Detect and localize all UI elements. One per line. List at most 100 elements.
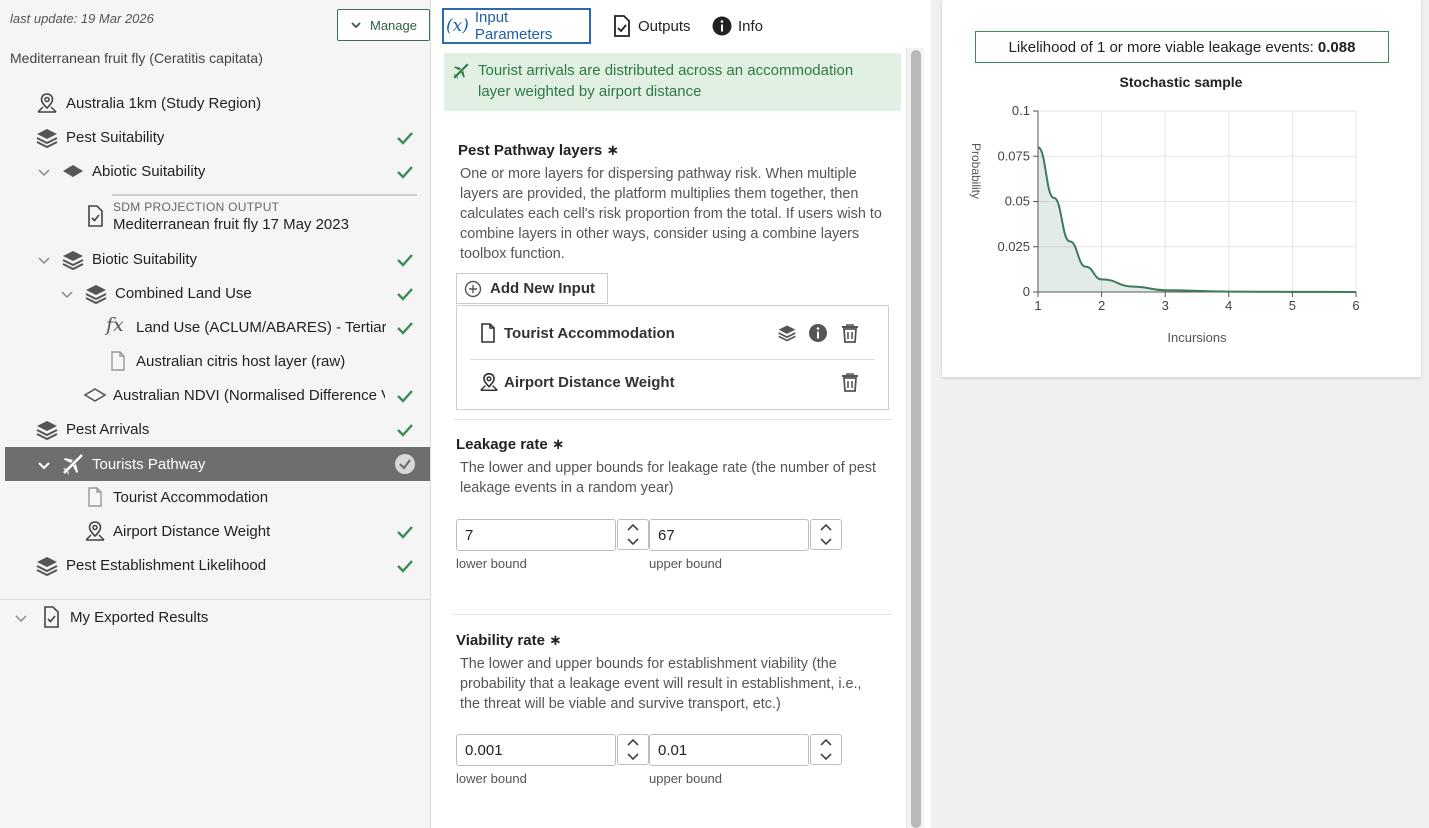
tree-item-combined-land-use[interactable]: Combined Land Use: [5, 276, 430, 310]
tree-item-pest-suitability[interactable]: Pest Suitability: [5, 120, 430, 154]
viability-upper-input[interactable]: 0.01: [649, 734, 809, 766]
chevron-down-icon[interactable]: [60, 287, 74, 301]
tree-item-establishment-likelihood[interactable]: Pest Establishment Likelihood: [5, 548, 430, 582]
input-value: 67: [658, 526, 675, 544]
layers-icon: [61, 248, 85, 272]
input-value: 7: [465, 526, 474, 544]
document-check-icon: [83, 204, 107, 228]
chart-area: [1038, 147, 1356, 292]
pathway-layer-item[interactable]: Tourist Accommodation: [470, 309, 875, 357]
divider: [453, 419, 892, 420]
tree-item-pest-arrivals[interactable]: Pest Arrivals: [5, 412, 430, 446]
leakage-upper-input[interactable]: 67: [649, 519, 809, 551]
chevron-down-icon[interactable]: [37, 458, 51, 472]
tree-item-label: Land Use (ACLUM/ABARES) - Tertiary: [136, 318, 386, 336]
required-mark: ∗: [549, 632, 562, 649]
y-tick-label: 0: [1023, 284, 1030, 299]
manage-button[interactable]: Manage: [337, 9, 430, 41]
layer-label: Tourist Accommodation: [504, 324, 675, 342]
tab-input-parameters[interactable]: (x) Input Parameters: [442, 8, 591, 44]
chevron-down-icon[interactable]: [37, 253, 51, 267]
likelihood-label: Likelihood of 1 or more viable leakage e…: [1008, 38, 1314, 56]
tree-item-ndvi[interactable]: Australian NDVI (Normalised Difference V…: [5, 378, 430, 412]
tree-item-label: Australian NDVI (Normalised Difference V…: [113, 386, 385, 404]
plus-circle-icon: [464, 280, 482, 298]
chevron-down-icon: [350, 19, 362, 31]
tree-item-label: My Exported Results: [70, 608, 209, 626]
trash-icon[interactable]: [841, 372, 859, 392]
scrollbar-thumb[interactable]: [911, 50, 921, 828]
map-pin-icon: [35, 91, 59, 115]
check-icon: [395, 318, 415, 338]
viability-upper-stepper[interactable]: [810, 734, 842, 765]
likelihood-box: Likelihood of 1 or more viable leakage e…: [975, 31, 1389, 63]
leakage-description: The lower and upper bounds for leakage r…: [460, 460, 876, 496]
tree-item-label: Australia 1km (Study Region): [66, 94, 262, 112]
check-circle-icon: [395, 454, 415, 474]
y-axis-label: Probability: [969, 143, 983, 199]
y-tick-label: 0.1: [1012, 103, 1030, 118]
chart-grid: [1037, 110, 1357, 293]
tree-item-tourists-pathway[interactable]: Tourists Pathway: [5, 447, 430, 481]
add-new-input-label: Add New Input: [490, 280, 595, 297]
add-new-input-button[interactable]: Add New Input: [456, 273, 608, 304]
viability-lower-input[interactable]: 0.001: [456, 734, 616, 766]
tree-item-citrus-host[interactable]: Australian citris host layer (raw): [5, 344, 430, 378]
tree-item-airport-distance[interactable]: Airport Distance Weight: [5, 514, 430, 548]
tree-item-land-use-aclum[interactable]: fx Land Use (ACLUM/ABARES) - Tertiary: [5, 310, 430, 344]
x-tick-label: 2: [1098, 298, 1105, 313]
tree-item-label: Pest Arrivals: [66, 420, 150, 438]
layers-icon[interactable]: [777, 323, 797, 343]
pathway-layer-item[interactable]: Airport Distance Weight: [470, 358, 875, 406]
tree-item-label: Pest Establishment Likelihood: [66, 556, 267, 574]
tree-item-abiotic-suitability[interactable]: Abiotic Suitability: [5, 154, 430, 188]
map-pin-icon: [478, 371, 500, 393]
chevron-down-icon[interactable]: [14, 611, 28, 625]
tree-item-label: Tourist Accommodation: [113, 488, 269, 506]
upper-bound-label: upper bound: [649, 771, 723, 786]
tree-item-biotic-suitability[interactable]: Biotic Suitability: [5, 242, 430, 276]
leakage-upper-stepper[interactable]: [810, 519, 842, 550]
likelihood-value: 0.088: [1317, 38, 1356, 56]
check-icon: [395, 420, 415, 440]
check-icon: [395, 284, 415, 304]
input-value: 0.01: [658, 741, 688, 759]
x-tick-label: 1: [1034, 298, 1041, 313]
pathway-layers-description: One or more layers for dispersing pathwa…: [460, 166, 882, 262]
tree-item-exported-results[interactable]: My Exported Results: [5, 600, 430, 634]
info-icon: [712, 16, 732, 36]
check-icon: [395, 386, 415, 406]
tree-item-label: Combined Land Use: [115, 284, 252, 302]
tree-item-label: Mediterranean fruit fly 17 May 2023: [113, 216, 349, 233]
layer-outline-icon: [83, 383, 107, 407]
tab-label: Outputs: [638, 17, 691, 35]
tree-item-label: Tourists Pathway: [92, 455, 206, 473]
section-title: Leakage rate ∗: [456, 435, 564, 453]
leakage-lower-input[interactable]: 7: [456, 519, 616, 551]
leakage-lower-stepper[interactable]: [617, 519, 649, 550]
input-value: 0.001: [465, 741, 503, 759]
banner-text: Tourist arrivals are distributed across …: [478, 62, 854, 100]
x-axis-label: Incursions: [1167, 330, 1227, 345]
tab-outputs[interactable]: Outputs: [612, 8, 691, 44]
info-icon[interactable]: [808, 323, 828, 343]
tree-item-sdm-output[interactable]: SDM PROJECTION OUTPUT Mediterranean frui…: [5, 196, 430, 238]
upper-bound-label: upper bound: [649, 556, 723, 571]
section-title: Viability rate ∗: [456, 631, 562, 649]
species-name: Mediterranean fruit fly (Ceratitis capit…: [10, 50, 263, 66]
leakage-title: Leakage rate: [456, 436, 548, 453]
chevron-down-icon[interactable]: [37, 165, 51, 179]
y-tick-label: 0.025: [997, 239, 1030, 254]
x-tick-label: 4: [1225, 298, 1232, 313]
trash-icon[interactable]: [841, 323, 859, 343]
file-icon: [478, 322, 498, 344]
pathway-layers-title: Pest Pathway layers: [458, 142, 603, 159]
tree-item-tourist-accommodation[interactable]: Tourist Accommodation: [5, 480, 430, 514]
viability-lower-stepper[interactable]: [617, 734, 649, 765]
last-update-text: last update: 19 Mar 2026: [10, 11, 154, 26]
tree-item-study-region[interactable]: Australia 1km (Study Region): [5, 86, 430, 120]
divider: [453, 614, 892, 615]
tree-item-label: Australian citris host layer (raw): [136, 352, 346, 370]
layers-icon: [35, 554, 59, 578]
tab-info[interactable]: Info: [712, 8, 763, 44]
